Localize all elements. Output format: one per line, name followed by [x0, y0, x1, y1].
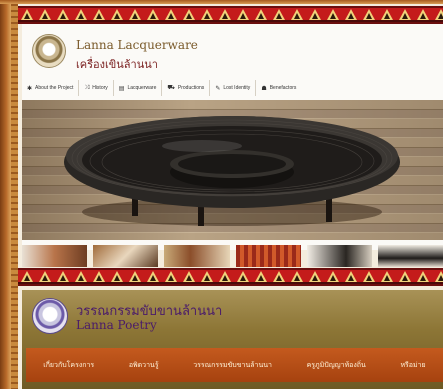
lacquerware-site-screenshot: Lanna Lacquerware เครื่องเขินล้านนา ✱ Ab…	[22, 24, 443, 267]
nav-item-about[interactable]: ✱ About the Project	[22, 80, 80, 96]
lanna-pattern-band-middle	[18, 268, 443, 286]
thumbnail-red-pattern[interactable]	[235, 245, 301, 267]
nav-label: History	[92, 85, 108, 91]
lacquerware-logo[interactable]	[32, 34, 66, 68]
nav-item-local-teachers[interactable]: ครูภูมิปัญญาท้องถิ่น	[303, 360, 370, 371]
lacquerware-nav: ✱ About the Project ⤨ History ▤ Lacquerw…	[22, 78, 443, 98]
nav-item-benefactors[interactable]: ☗ Benefactors	[256, 80, 301, 96]
nav-label: About the Project	[35, 85, 74, 91]
poetry-logo[interactable]	[32, 298, 68, 334]
thumbnail-clay-pots[interactable]	[22, 245, 88, 267]
lanna-pattern-band-top	[18, 6, 443, 24]
nav-item-lacquerware[interactable]: ▤ Lacquerware	[114, 80, 163, 96]
users-icon: ☗	[261, 85, 267, 92]
nav-item-misc[interactable]: หรีอม่าย	[396, 360, 429, 371]
cart-icon: ⛟	[167, 85, 175, 91]
list-icon: ▤	[118, 85, 125, 92]
thumbnail-strip	[22, 245, 443, 267]
nav-label: Productions	[177, 85, 205, 91]
thumbnail-crafting[interactable]	[306, 245, 372, 267]
nav-label: Lacquerware	[127, 85, 157, 91]
thumbnail-tools[interactable]	[93, 245, 159, 267]
asterisk-icon: ✱	[27, 85, 33, 92]
nav-item-poetry[interactable]: วรรณกรรมขับขานล้านนา	[189, 360, 276, 371]
thumbnail-bowls[interactable]	[164, 245, 230, 267]
nav-item-history[interactable]: ⤨ History	[79, 80, 114, 96]
nav-item-productions[interactable]: ⛟ Productions	[162, 80, 211, 96]
poetry-site-screenshot: วรรณกรรมขับขานล้านนา Lanna Poetry เกี่ยว…	[22, 290, 443, 389]
nav-item-lost-identity[interactable]: ✎ Lost Identity	[210, 80, 257, 96]
shuffle-icon: ⤨	[84, 84, 90, 91]
nav-item-about-project[interactable]: เกี่ยวกับโครงการ	[39, 360, 98, 371]
nav-label: Benefactors	[269, 85, 297, 91]
site-title: Lanna Lacquerware	[76, 38, 198, 52]
site-subtitle: Lanna Poetry	[76, 318, 157, 332]
poetry-nav: เกี่ยวกับโครงการ อพิดวานรู้ วรรณกรรมขับข…	[26, 348, 443, 382]
hero-photo-lacquer-tray	[22, 100, 443, 240]
nav-label: Lost Identity	[223, 85, 251, 91]
pen-icon: ✎	[215, 85, 221, 92]
site-subtitle-thai: เครื่องเขินล้านนา	[76, 58, 158, 71]
showcase-page: Lanna Lacquerware เครื่องเขินล้านนา ✱ Ab…	[18, 4, 443, 389]
wooden-frame-inner	[11, 0, 18, 389]
nav-item-knowledge[interactable]: อพิดวานรู้	[125, 360, 163, 371]
thumbnail-black-box[interactable]	[377, 245, 443, 267]
